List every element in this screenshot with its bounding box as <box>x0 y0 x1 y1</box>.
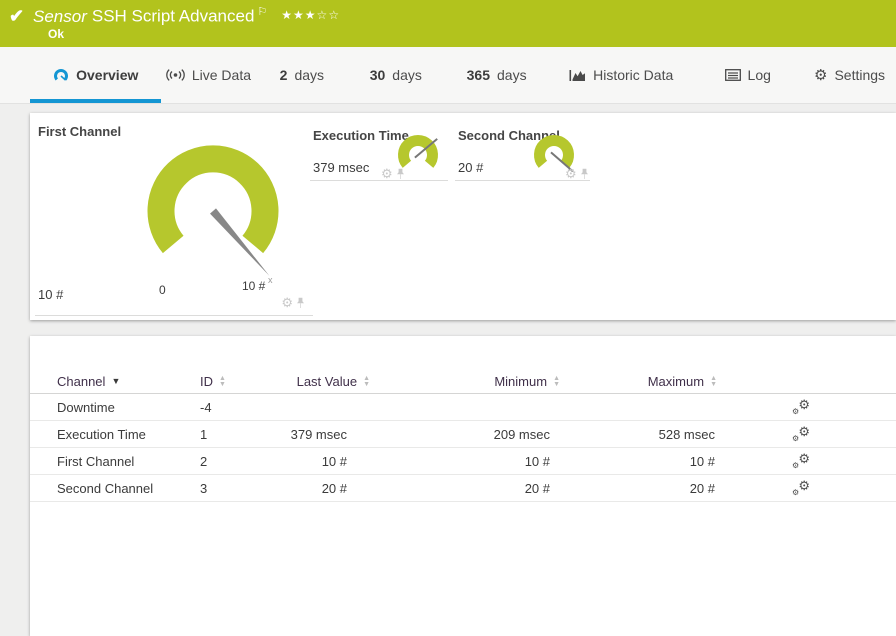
gauge-scale-min: 0 <box>159 283 166 297</box>
sensor-title-line: Sensor SSH Script Advanced⚐ ★★★☆☆ <box>33 5 340 27</box>
tab-30-days[interactable]: 30 days <box>348 47 443 103</box>
needle-marker: x <box>268 275 273 285</box>
gauge-tile-first-channel: First Channel x 0 10 # 10 # ⚙ <box>35 121 313 316</box>
tab-2-days-label: days <box>294 67 324 83</box>
table-row-execution-time: Execution Time 1 379 msec 209 msec 528 m… <box>30 421 896 448</box>
column-header-id-label: ID <box>200 374 213 389</box>
cell-id: 1 <box>200 427 250 442</box>
column-header-minimum[interactable]: Minimum ▲▼ <box>494 374 560 389</box>
gauge-settings-gear-icon[interactable]: ⚙ <box>281 296 293 309</box>
tab-live-data[interactable]: Live Data <box>161 47 255 103</box>
gauge-icon <box>53 67 69 83</box>
column-header-id[interactable]: ID ▲▼ <box>200 374 226 389</box>
cell-maximum: 20 # <box>560 481 717 496</box>
tab-30-days-number: 30 <box>370 67 386 83</box>
gauge-settings-gear-icon[interactable]: ⚙ <box>565 167 577 180</box>
priority-stars[interactable]: ★★★☆☆ <box>281 8 340 22</box>
sort-desc-icon: ▼ <box>111 377 120 386</box>
cell-minimum: 209 msec <box>370 427 560 442</box>
gear-icon: ⚙ <box>814 68 827 83</box>
table-row-downtime: Downtime -4 ⚙⚙ <box>30 394 896 421</box>
channel-settings-icon[interactable]: ⚙⚙ <box>792 453 810 469</box>
pin-icon[interactable] <box>396 168 405 180</box>
cell-id: 2 <box>200 454 250 469</box>
gauge-last-value: 20 # <box>458 160 483 175</box>
cell-id: 3 <box>200 481 250 496</box>
tile-actions: ⚙ <box>565 167 589 180</box>
tab-365-days-number: 365 <box>467 67 490 83</box>
sort-both-icon: ▲▼ <box>219 376 226 388</box>
column-header-last-value[interactable]: Last Value ▲▼ <box>297 374 370 389</box>
page-title: SSH Script Advanced <box>92 7 255 26</box>
cell-channel: First Channel <box>57 454 200 469</box>
tab-log-label: Log <box>748 67 771 83</box>
column-header-maximum[interactable]: Maximum ▲▼ <box>648 374 717 389</box>
cell-minimum: 20 # <box>370 481 560 496</box>
column-header-minimum-label: Minimum <box>494 374 547 389</box>
tab-live-data-label: Live Data <box>192 67 251 83</box>
channel-settings-icon[interactable]: ⚙⚙ <box>792 426 810 442</box>
column-header-channel[interactable]: Channel ▼ <box>57 374 120 389</box>
cell-channel: Second Channel <box>57 481 200 496</box>
channel-settings-icon[interactable]: ⚙⚙ <box>792 480 810 496</box>
tile-actions: ⚙ <box>281 296 305 309</box>
status-ok-check-icon: ✔ <box>9 6 24 27</box>
table-row-first-channel: First Channel 2 10 # 10 # 10 # ⚙⚙ <box>30 448 896 475</box>
gauge-last-value: 10 # <box>38 287 63 302</box>
object-type-label: Sensor <box>33 7 87 26</box>
column-header-last-value-label: Last Value <box>297 374 357 389</box>
tab-365-days-label: days <box>497 67 527 83</box>
tab-settings[interactable]: ⚙ Settings <box>803 47 896 103</box>
priority-flag-icon[interactable]: ⚐ <box>257 6 267 18</box>
status-badge: Ok <box>48 27 64 41</box>
tab-settings-label: Settings <box>834 67 885 83</box>
cell-last-value: 20 # <box>250 481 370 496</box>
gauge-tile-second-channel: Second Channel 20 # ⚙ <box>455 125 590 181</box>
pin-icon[interactable] <box>580 168 589 180</box>
tab-overview-label: Overview <box>76 67 138 83</box>
gauge-scale-max: 10 # <box>242 279 265 293</box>
tab-2-days[interactable]: 2 days <box>255 47 348 103</box>
first-channel-gauge: x <box>138 136 288 286</box>
cell-maximum: 10 # <box>560 454 717 469</box>
page-content: First Channel x 0 10 # 10 # ⚙ Execution … <box>0 104 896 506</box>
tab-overview[interactable]: Overview <box>30 47 161 103</box>
channel-table-panel: Channel ▼ ID ▲▼ Last Value ▲▼ Minimum ▲▼… <box>30 336 896 636</box>
tile-actions: ⚙ <box>381 167 405 180</box>
sort-both-icon: ▲▼ <box>553 376 560 388</box>
cell-minimum: 10 # <box>370 454 560 469</box>
cell-last-value: 379 msec <box>250 427 370 442</box>
cell-channel: Execution Time <box>57 427 200 442</box>
cell-channel: Downtime <box>57 400 200 415</box>
area-chart-icon <box>569 69 586 82</box>
tab-historic-data-label: Historic Data <box>593 67 673 83</box>
tab-historic-data[interactable]: Historic Data <box>550 47 692 103</box>
log-list-icon <box>725 69 741 81</box>
table-header-row: Channel ▼ ID ▲▼ Last Value ▲▼ Minimum ▲▼… <box>30 370 896 394</box>
sort-both-icon: ▲▼ <box>363 376 370 388</box>
gauge-tile-execution-time: Execution Time 379 msec ⚙ <box>310 125 448 181</box>
column-header-maximum-label: Maximum <box>648 374 704 389</box>
pin-icon[interactable] <box>296 297 305 309</box>
tab-2-days-number: 2 <box>280 67 288 83</box>
gauge-settings-gear-icon[interactable]: ⚙ <box>381 167 393 180</box>
gauges-panel: First Channel x 0 10 # 10 # ⚙ Execution … <box>30 113 896 320</box>
gauge-title: First Channel <box>38 124 121 139</box>
tab-365-days[interactable]: 365 days <box>443 47 550 103</box>
gauge-last-value: 379 msec <box>313 160 369 175</box>
sort-both-icon: ▲▼ <box>710 376 717 388</box>
cell-maximum: 528 msec <box>560 427 717 442</box>
tab-log[interactable]: Log <box>692 47 803 103</box>
cell-id: -4 <box>200 400 250 415</box>
tab-30-days-label: days <box>392 67 422 83</box>
tab-bar: Overview Live Data 2 days 30 days 365 da… <box>0 47 896 104</box>
column-header-channel-label: Channel <box>57 374 105 389</box>
channel-table: Channel ▼ ID ▲▼ Last Value ▲▼ Minimum ▲▼… <box>30 370 896 502</box>
channel-settings-icon[interactable]: ⚙⚙ <box>792 399 810 415</box>
table-row-second-channel: Second Channel 3 20 # 20 # 20 # ⚙⚙ <box>30 475 896 502</box>
cell-last-value: 10 # <box>250 454 370 469</box>
sensor-status-header: ✔ Sensor SSH Script Advanced⚐ ★★★☆☆ Ok <box>0 0 896 47</box>
broadcast-icon <box>166 68 185 82</box>
